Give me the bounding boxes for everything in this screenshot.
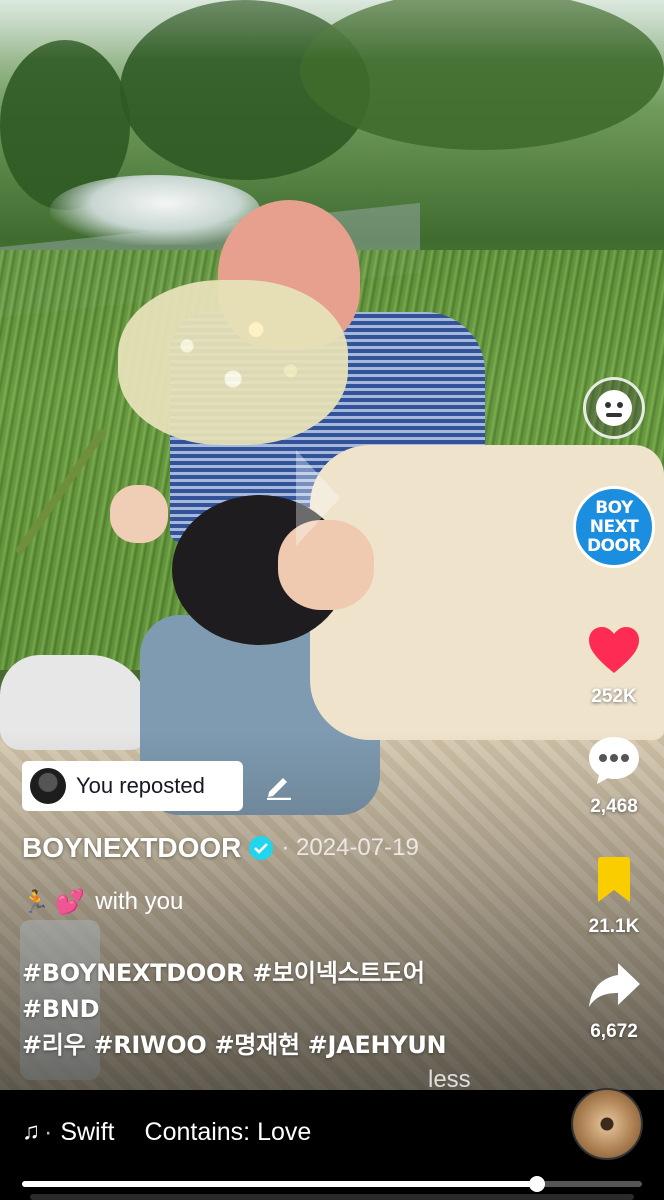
reposter-avatar [30, 768, 66, 804]
comment-button[interactable]: 2,468 [564, 730, 664, 818]
hand [110, 485, 168, 543]
action-rail: BOY NEXT DOOR 252K 2,468 21.1K 6,672 [564, 0, 664, 1090]
verified-icon [249, 836, 274, 860]
post-date: · 2024-07-19 [281, 834, 419, 861]
bookmark-icon [584, 850, 644, 910]
runner-emoji-icon: 🏃 [22, 889, 50, 914]
hashtags: #BOYNEXTDOOR #보이넥스트도어 #BND #리우 #RIWOO #명… [22, 955, 562, 1063]
creator-avatar-button[interactable]: BOY NEXT DOOR [564, 486, 664, 568]
hashtag-line[interactable]: #리우 #RIWOO #명재현 #JAEHYUN [22, 1027, 562, 1063]
song-contains: Contains: Love [144, 1117, 312, 1146]
share-button[interactable]: 6,672 [564, 955, 664, 1043]
repost-label: You reposted [76, 773, 205, 798]
description-text: with you [95, 888, 184, 915]
progress-thumb[interactable] [528, 1176, 545, 1192]
song-title: Swift [60, 1117, 115, 1146]
progress-fill [22, 1181, 537, 1187]
separator: · [44, 1117, 53, 1146]
avatar-text-line3: DOOR [586, 535, 642, 556]
play-icon [296, 450, 340, 546]
comment-count: 2,468 [590, 796, 638, 817]
pencil-icon[interactable] [254, 764, 304, 808]
post-description: 🏃 💕 with you [22, 882, 183, 922]
share-count: 6,672 [590, 1021, 638, 1042]
save-count: 21.1K [588, 916, 640, 937]
hashtag-line[interactable]: #BOYNEXTDOOR #보이넥스트도어 [22, 955, 562, 991]
creator-avatar: BOY NEXT DOOR [573, 486, 655, 568]
hashtag-line[interactable]: #BND [22, 991, 562, 1027]
flower-bouquet [118, 280, 348, 445]
home-indicator [30, 1194, 634, 1200]
share-icon [584, 955, 644, 1015]
avatar-text-line1: BOY [595, 497, 633, 518]
video-progress-bar[interactable] [22, 1176, 642, 1192]
heart-icon [584, 620, 644, 680]
two-hearts-emoji-icon: 💕 [55, 888, 86, 916]
music-disc[interactable] [571, 1088, 643, 1160]
author-name[interactable]: BOYNEXTDOOR [22, 832, 241, 864]
comment-icon [584, 730, 644, 790]
music-info[interactable]: ♫ · Swift Contains: Love [22, 1114, 311, 1150]
face-filter-icon [583, 377, 645, 439]
face-filter-button[interactable] [564, 377, 664, 439]
like-count: 252K [591, 686, 637, 707]
author-row: BOYNEXTDOOR · 2024-07-19 [22, 827, 419, 869]
like-button[interactable]: 252K [564, 620, 664, 708]
save-button[interactable]: 21.1K [564, 850, 664, 938]
music-note-icon: ♫ [22, 1118, 40, 1145]
avatar-text-line2: NEXT [589, 516, 639, 537]
repost-badge[interactable]: You reposted [22, 761, 243, 811]
